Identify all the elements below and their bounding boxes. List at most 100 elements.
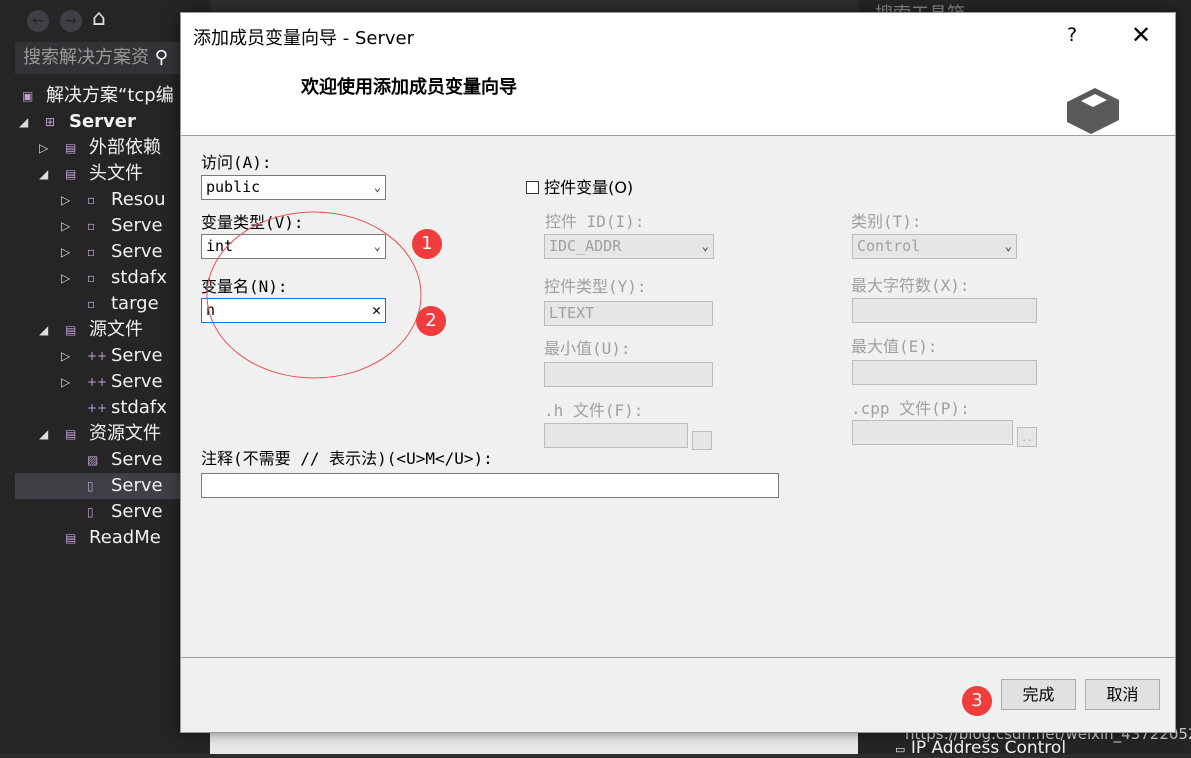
file-icon: ▫ — [87, 219, 96, 233]
tree-item-label: ReadMe — [89, 527, 161, 548]
file-icon: ▫ — [87, 271, 96, 285]
var-name-value: n — [206, 301, 216, 319]
comment-label: 注释(不需要 // 表示法)(<U>M</U>): — [201, 449, 493, 468]
dialog-header: 添加成员变量向导 - Server ? ✕ 欢迎使用添加成员变量向导 — [181, 13, 1175, 136]
home-icon[interactable]: ⌂ — [92, 6, 106, 31]
tree-item-label: Serve — [111, 371, 163, 392]
clear-icon[interactable]: ✕ — [372, 299, 381, 322]
max-chars-input[interactable] — [852, 298, 1037, 323]
file-icon: ▫ — [87, 193, 96, 207]
help-button[interactable]: ? — [1067, 24, 1077, 46]
var-type-value: int — [206, 237, 234, 255]
max-value-input[interactable] — [852, 360, 1037, 385]
cancel-button[interactable]: 取消 — [1085, 679, 1160, 710]
annotation-badge-3: 3 — [962, 686, 992, 716]
expand-arrow-icon[interactable]: ▷ — [61, 369, 70, 395]
file-icon: ▤ — [65, 167, 77, 181]
expand-arrow-icon[interactable]: ▷ — [61, 239, 70, 265]
back-icon[interactable]: ← — [27, 10, 49, 32]
file-icon: ++ — [87, 349, 108, 363]
file-icon: ▫ — [87, 297, 96, 311]
file-icon: ▣ — [22, 89, 34, 103]
chevron-down-icon: ⌄ — [1004, 239, 1012, 253]
tree-item-label: Serve — [111, 241, 163, 262]
file-icon: ▨ — [87, 453, 99, 467]
h-file-browse-button[interactable] — [692, 431, 712, 450]
footer-divider — [181, 657, 1175, 658]
access-select[interactable]: public ⌄ — [201, 175, 386, 200]
expand-arrow-icon[interactable]: ◢ — [39, 317, 48, 343]
h-file-input[interactable] — [544, 423, 688, 448]
expand-arrow-icon[interactable]: ▷ — [61, 343, 70, 369]
category-value: Control — [857, 237, 921, 255]
tree-item-label: 解决方案“tcp编 — [46, 85, 174, 106]
expand-arrow-icon[interactable]: ▷ — [39, 135, 48, 161]
tree-item-label: 源文件 — [89, 319, 143, 340]
control-type-input[interactable]: LTEXT — [544, 301, 713, 326]
forward-icon[interactable]: → — [60, 10, 82, 32]
min-value-input[interactable] — [544, 362, 713, 387]
control-variable-label: 控件变量(O) — [544, 178, 634, 197]
welcome-heading: 欢迎使用添加成员变量向导 — [301, 77, 517, 98]
control-id-select[interactable]: IDC_ADDR ⌄ — [544, 234, 714, 259]
tree-item-label: 资源文件 — [89, 423, 161, 444]
expand-arrow-icon[interactable]: ◢ — [19, 109, 28, 135]
cpp-file-label: .cpp 文件(P): — [851, 399, 970, 418]
max-chars-label: 最大字符数(X): — [851, 276, 970, 295]
chevron-down-icon: ⌄ — [701, 239, 709, 253]
var-type-label: 变量类型(V): — [201, 213, 304, 232]
expand-arrow-icon[interactable]: ▷ — [61, 265, 70, 291]
min-value-label: 最小值(U): — [544, 339, 631, 358]
cpp-file-browse-button[interactable]: .. — [1017, 427, 1037, 447]
expand-arrow-icon[interactable]: ▷ — [61, 187, 70, 213]
control-icon: ▭ — [895, 743, 906, 756]
access-label: 访问(A): — [201, 153, 272, 172]
tree-item-label: 外部依赖 — [89, 137, 161, 158]
file-icon: ▤ — [65, 531, 77, 545]
tree-item-label: stdafx — [111, 397, 167, 418]
tree-item-label: targe — [111, 293, 159, 314]
search-icon: ⚲ — [154, 47, 168, 68]
tree-item-label: Serve — [111, 501, 163, 522]
chevron-down-icon: ⌄ — [373, 180, 381, 194]
tree-item-label: Serve — [111, 345, 163, 366]
category-label: 类别(T): — [851, 212, 922, 231]
file-icon: ▯ — [87, 479, 94, 493]
control-variable-checkbox[interactable]: 控件变量(O) — [526, 174, 633, 198]
file-icon: ++ — [87, 375, 108, 389]
max-value-label: 最大值(E): — [851, 337, 938, 356]
tree-item-label: Serve — [111, 449, 163, 470]
file-icon: ++ — [87, 401, 108, 415]
access-value: public — [206, 178, 261, 196]
cpp-file-input[interactable] — [852, 420, 1013, 445]
tree-item-label: Serve — [111, 215, 163, 236]
tree-item-label: Serve — [111, 475, 163, 496]
file-icon: ▤ — [65, 323, 77, 337]
category-select[interactable]: Control ⌄ — [852, 234, 1017, 259]
close-button[interactable]: ✕ — [1131, 21, 1151, 49]
solution-explorer: ← → ⌂ 搜索解决方案资 ⚲ ▣ 解决方案“tcp编 ◢ ⊞ Server ▷ ▤ 外部依赖… — [0, 0, 210, 754]
control-id-label: 控件 ID(I): — [545, 212, 645, 231]
finish-button[interactable]: 完成 — [1001, 679, 1076, 710]
checkbox-icon[interactable] — [526, 181, 539, 194]
var-name-label: 变量名(N): — [201, 277, 288, 296]
file-icon: ⊞ — [45, 115, 56, 129]
tree-item-label: Resou — [111, 189, 166, 210]
search-placeholder: 搜索解决方案资 — [23, 47, 149, 68]
control-id-value: IDC_ADDR — [549, 237, 622, 255]
tree-item-label: stdafx — [111, 267, 167, 288]
var-type-select[interactable]: int ⌄ — [201, 234, 386, 259]
expand-arrow-icon[interactable]: ◢ — [39, 421, 48, 447]
file-icon: ▯ — [87, 505, 94, 519]
expand-arrow-icon[interactable]: ◢ — [39, 161, 48, 187]
wizard-box-icon — [1067, 88, 1119, 134]
solution-search-input[interactable]: 搜索解决方案资 ⚲ — [15, 42, 195, 74]
control-type-label: 控件类型(Y): — [544, 277, 647, 296]
file-icon: ▤ — [65, 141, 77, 155]
add-member-variable-dialog: 添加成员变量向导 - Server ? ✕ 欢迎使用添加成员变量向导 访问(A)… — [180, 12, 1176, 733]
var-name-input[interactable]: n ✕ — [201, 298, 386, 323]
comment-input[interactable] — [201, 473, 779, 498]
dialog-title: 添加成员变量向导 - Server — [193, 28, 414, 49]
file-icon: ▫ — [87, 245, 96, 259]
expand-arrow-icon[interactable]: ▷ — [61, 213, 70, 239]
